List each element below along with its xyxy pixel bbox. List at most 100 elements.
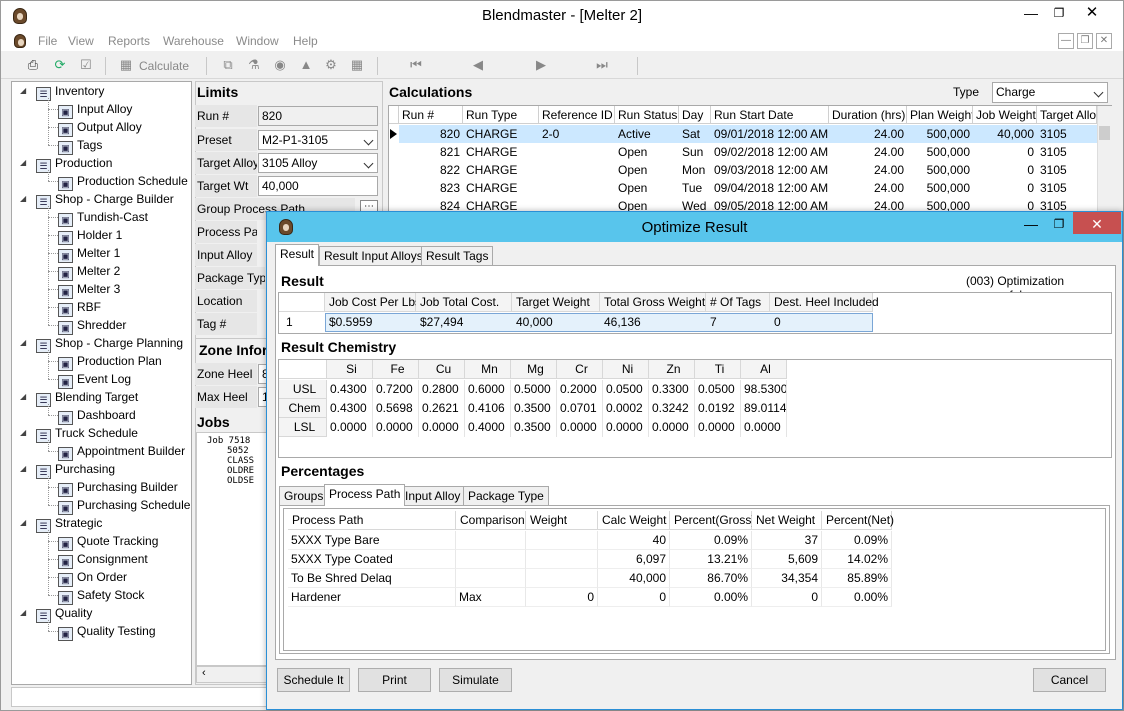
- table-cell[interactable]: [526, 531, 598, 550]
- table-cell[interactable]: CHARGE: [463, 143, 539, 161]
- table-cell[interactable]: CHARGE: [463, 161, 539, 179]
- table-cell[interactable]: [539, 179, 615, 197]
- scrollbar-thumb[interactable]: [1099, 126, 1110, 140]
- table-cell[interactable]: 0.2621: [419, 399, 465, 418]
- tree-item[interactable]: ◢ ☰ Quality: [20, 604, 92, 623]
- menu-file[interactable]: File: [38, 34, 57, 48]
- table-cell[interactable]: Sat: [679, 125, 711, 143]
- tree-item[interactable]: ▣ Shredder: [58, 316, 126, 335]
- table-cell[interactable]: 823: [399, 179, 463, 197]
- table-cell[interactable]: Sun: [679, 143, 711, 161]
- tab-process-path[interactable]: Process Path: [324, 484, 406, 506]
- last-record-icon[interactable]: ⏭: [593, 56, 611, 74]
- table-cell[interactable]: 89.0114: [741, 399, 787, 418]
- run-number-field[interactable]: 820: [258, 106, 378, 126]
- validate-icon[interactable]: ☑: [77, 56, 95, 74]
- column-header[interactable]: Ti: [695, 360, 741, 379]
- type-select[interactable]: Charge: [992, 82, 1108, 103]
- tree-item[interactable]: ▣ Consignment: [58, 550, 148, 569]
- table-cell[interactable]: 500,000: [907, 161, 973, 179]
- tab-result[interactable]: Result: [275, 244, 320, 266]
- mdi-minimize-icon[interactable]: —: [1058, 33, 1074, 49]
- table-cell[interactable]: 0: [771, 313, 874, 332]
- tree-item[interactable]: ▣ Purchasing Builder: [58, 478, 178, 497]
- table-cell[interactable]: 40,000: [598, 569, 670, 588]
- table-cell[interactable]: 0.09%: [670, 531, 752, 550]
- tree-item[interactable]: ▣ Production Plan: [58, 352, 162, 371]
- tree-item[interactable]: ▣ RBF: [58, 298, 101, 317]
- column-header[interactable]: Target Allo: [1037, 106, 1097, 124]
- column-header[interactable]: Weight: [526, 511, 598, 530]
- tree-item[interactable]: ▣ Purchasing Schedule: [58, 496, 190, 515]
- target-alloy-select[interactable]: 3105 Alloy: [258, 153, 378, 173]
- column-header[interactable]: Net Weight: [752, 511, 822, 530]
- menu-warehouse[interactable]: Warehouse: [163, 34, 224, 48]
- table-cell[interactable]: 5XXX Type Coated: [288, 550, 456, 569]
- table-cell[interactable]: [456, 550, 526, 569]
- table-cell[interactable]: [526, 550, 598, 569]
- tree-item[interactable]: ◢ ☰ Truck Schedule: [20, 424, 138, 443]
- column-header[interactable]: Percent(Net): [822, 511, 894, 530]
- expand-arrow-icon[interactable]: ◢: [20, 190, 26, 208]
- column-header[interactable]: Plan Weight: [907, 106, 973, 124]
- expand-arrow-icon[interactable]: ◢: [20, 424, 26, 442]
- calculator-icon[interactable]: ▦: [117, 56, 135, 74]
- table-cell[interactable]: 7: [707, 313, 771, 332]
- table-cell[interactable]: [456, 569, 526, 588]
- column-header[interactable]: Day: [679, 106, 711, 124]
- settings-icon[interactable]: ▦: [348, 56, 366, 74]
- jobs-node[interactable]: 5052: [227, 446, 249, 456]
- column-header[interactable]: # Of Tags: [706, 293, 770, 312]
- table-cell[interactable]: 85.89%: [822, 569, 892, 588]
- table-cell[interactable]: 0.09%: [822, 531, 892, 550]
- tree-item[interactable]: ▣ Safety Stock: [58, 586, 144, 605]
- table-cell[interactable]: Active: [615, 125, 679, 143]
- mdi-close-icon[interactable]: ✕: [1096, 33, 1112, 49]
- target-wt-field[interactable]: 40,000: [258, 176, 378, 196]
- table-cell[interactable]: 13.21%: [670, 550, 752, 569]
- table-cell[interactable]: 0.2000: [557, 380, 603, 399]
- copy-icon[interactable]: ⧉: [219, 56, 237, 74]
- table-cell[interactable]: 14.02%: [822, 550, 892, 569]
- calculate-button[interactable]: Calculate: [139, 59, 189, 73]
- table-cell[interactable]: 822: [399, 161, 463, 179]
- table-cell[interactable]: 821: [399, 143, 463, 161]
- jobs-node[interactable]: OLDSE: [227, 476, 254, 486]
- table-cell[interactable]: 0.0000: [327, 418, 373, 437]
- table-cell[interactable]: Open: [615, 161, 679, 179]
- table-cell[interactable]: 0.3300: [649, 380, 695, 399]
- table-cell[interactable]: 0.0000: [741, 418, 787, 437]
- table-cell[interactable]: 0: [526, 588, 598, 607]
- expand-arrow-icon[interactable]: ◢: [20, 514, 26, 532]
- tree-item[interactable]: ▣ Output Alloy: [58, 118, 142, 137]
- maximize-button[interactable]: ❐: [1041, 1, 1077, 23]
- table-cell[interactable]: 24.00: [829, 125, 907, 143]
- close-button[interactable]: ✕: [1074, 1, 1110, 23]
- tree-item[interactable]: ◢ ☰ Shop - Charge Planning: [20, 334, 183, 353]
- tree-item[interactable]: ▣ Holder 1: [58, 226, 122, 245]
- table-cell[interactable]: 0.3500: [511, 418, 557, 437]
- column-header[interactable]: Si: [327, 360, 373, 379]
- table-cell[interactable]: 0: [973, 161, 1037, 179]
- table-cell[interactable]: 86.70%: [670, 569, 752, 588]
- table-cell[interactable]: 0.4300: [327, 380, 373, 399]
- column-header[interactable]: Cr: [557, 360, 603, 379]
- table-cell[interactable]: $27,494: [417, 313, 513, 332]
- table-cell[interactable]: Open: [615, 143, 679, 161]
- table-cell[interactable]: 0.7200: [373, 380, 419, 399]
- table-cell[interactable]: 0.3242: [649, 399, 695, 418]
- table-cell[interactable]: 0.0000: [557, 418, 603, 437]
- table-cell[interactable]: 0.5000: [511, 380, 557, 399]
- table-cell[interactable]: 46,136: [601, 313, 707, 332]
- tree-item[interactable]: ▣ Input Alloy: [58, 100, 132, 119]
- table-cell[interactable]: 5XXX Type Bare: [288, 531, 456, 550]
- table-cell[interactable]: 0.0000: [695, 418, 741, 437]
- table-cell[interactable]: 0.5698: [373, 399, 419, 418]
- table-cell[interactable]: 500,000: [907, 179, 973, 197]
- column-header[interactable]: Target Weight: [512, 293, 600, 312]
- table-cell[interactable]: 820: [399, 125, 463, 143]
- ladle-icon[interactable]: ◉: [271, 56, 289, 74]
- table-cell[interactable]: 40,000: [513, 313, 601, 332]
- tree-item[interactable]: ▣ Quality Testing: [58, 622, 156, 641]
- simulate-button[interactable]: Simulate: [439, 668, 512, 692]
